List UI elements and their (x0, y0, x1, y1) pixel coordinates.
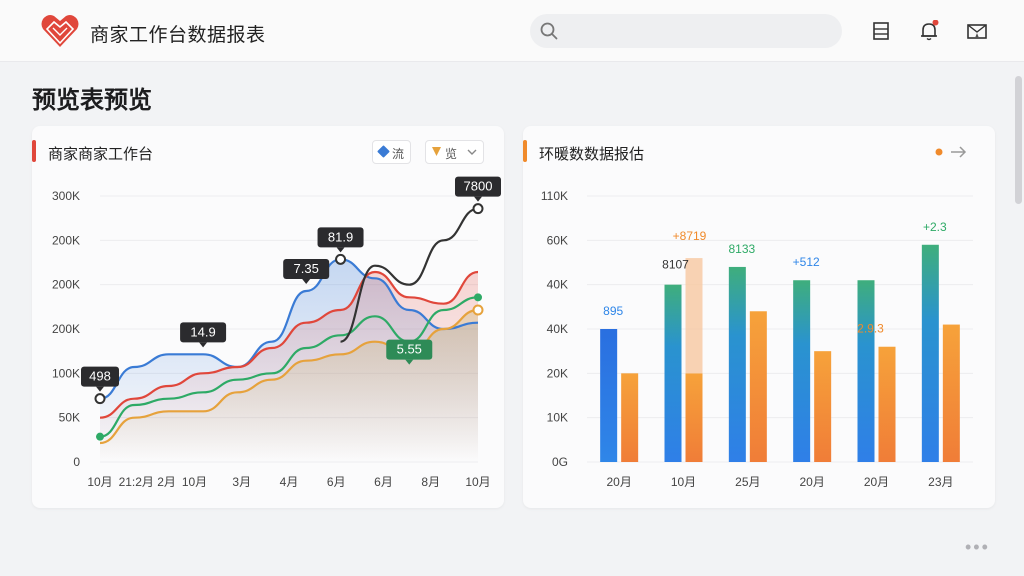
search-bar[interactable] (530, 14, 842, 48)
line-chart-card: 商家商家工作台 流 览 300K 200K 200K 200K 100K 50K 0 10 (32, 126, 504, 508)
data-point (96, 432, 104, 441)
x-tick-label: 20月 (864, 475, 889, 489)
data-label-text: 81.9 (328, 229, 353, 244)
x-tick-label: 10月 (465, 475, 490, 489)
y-tick-label: 60K (547, 233, 568, 247)
bar (685, 373, 703, 462)
value-label: 8133 (728, 242, 755, 256)
y-tick-label: 50K (59, 411, 80, 425)
data-point (335, 253, 347, 265)
value-label: 8107 (662, 258, 689, 272)
x-tick-label: 3月 (232, 475, 251, 489)
y-tick-label: 300K (52, 189, 80, 203)
y-tick-label: 40K (547, 278, 568, 292)
more-icon[interactable]: ••• (965, 537, 990, 558)
bar (749, 311, 767, 462)
mail-icon[interactable] (966, 20, 988, 42)
page-title: 预览表预览 (32, 87, 152, 114)
bar (814, 351, 832, 462)
bar (878, 346, 896, 462)
x-tick-label: 23月 (928, 475, 953, 489)
x-tick-label: 6月 (374, 475, 393, 489)
data-label: 14.9 (180, 322, 227, 348)
x-tick-label: 10月 (182, 475, 207, 489)
search-icon[interactable] (540, 22, 558, 40)
data-label-text: 5.55 (397, 342, 422, 357)
y-tick-label: 200K (52, 322, 80, 336)
x-tick-label: 20月 (799, 475, 824, 489)
y-tick-label: 0 (73, 455, 80, 469)
app-title: 商家工作台数据报表 (90, 25, 266, 46)
data-point (94, 393, 106, 405)
scrollbar[interactable] (1015, 76, 1022, 204)
value-label: 895 (603, 304, 623, 318)
x-tick-label: 20月 (606, 475, 631, 489)
bar-chart-card: 环暖数数据报估 110K 60K 40K 40K 20K 10K 0G 20月 10月 25月 20… (523, 126, 995, 508)
top-bar: 商家工作台数据报表 (0, 0, 1024, 62)
data-label: 81.9 (317, 227, 364, 253)
x-tick-label: 25月 (735, 475, 760, 489)
bar (921, 244, 939, 462)
x-tick-label: 8月 (421, 475, 440, 489)
y-tick-label: 200K (52, 278, 80, 292)
data-point (474, 293, 482, 302)
x-tick-label: 21:2月 2月 (119, 475, 176, 489)
layout-icon[interactable] (870, 20, 892, 42)
data-label-text: 14.9 (190, 324, 215, 339)
value-label: +2.3 (923, 220, 947, 234)
bar (664, 284, 682, 462)
bar (857, 280, 875, 462)
bar (728, 266, 746, 462)
bar (942, 324, 960, 462)
data-label-text: 7800 (464, 179, 493, 194)
x-tick-label: 4月 (280, 475, 299, 489)
data-label-text: 498 (89, 369, 111, 384)
bar-chart: 110K60K40K40K20K10K0G20月 10月 25月 20月 20月 23月 … (541, 189, 973, 489)
y-tick-label: 100K (52, 366, 80, 380)
y-tick-label: 20K (547, 366, 568, 380)
data-point (472, 304, 484, 316)
y-tick-label: 0G (552, 455, 568, 469)
x-tick-label: 10月 (87, 475, 112, 489)
bar (600, 329, 618, 462)
value-label: +8719 (673, 229, 707, 243)
value-label: 2.9.3 (857, 322, 884, 336)
bar (621, 373, 639, 462)
y-tick-label: 10K (547, 411, 568, 425)
x-tick-label: 6月 (327, 475, 346, 489)
bell-icon[interactable] (918, 20, 940, 42)
y-tick-label: 200K (52, 233, 80, 247)
data-label-text: 7.35 (294, 261, 319, 276)
value-label: +512 (793, 255, 820, 269)
bar-ghost (685, 258, 703, 374)
y-tick-label: 40K (547, 322, 568, 336)
search-input[interactable] (566, 20, 826, 42)
y-tick-label: 110K (541, 189, 568, 203)
data-point (472, 203, 484, 215)
x-tick-label: 10月 (671, 475, 696, 489)
bar (793, 280, 811, 462)
data-label: 7800 (455, 176, 501, 202)
line-chart: 300K 200K 200K 200K 100K 50K 0 10月 21:2月 2月 10月 3月… (52, 176, 501, 489)
logo-icon[interactable] (40, 13, 80, 49)
